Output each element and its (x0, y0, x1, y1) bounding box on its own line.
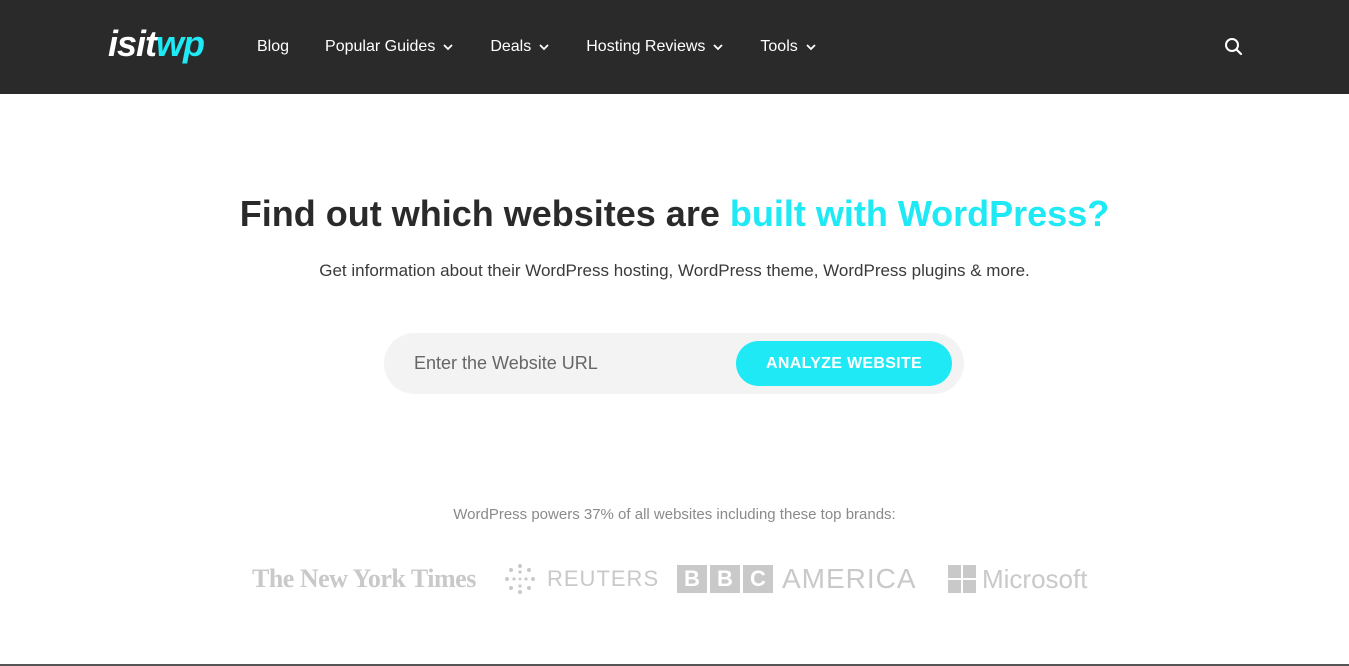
microsoft-logo-text: Microsoft (982, 563, 1088, 594)
headline-accent-text: built with WordPress? (729, 193, 1110, 234)
bbc-letter-box: C (743, 565, 773, 593)
main-nav: Blog Popular Guides Deals Hosting Review… (257, 36, 853, 58)
microsoft-grid-icon (948, 565, 976, 593)
search-icon[interactable] (1223, 36, 1245, 58)
top-navigation-bar: isitwp Blog Popular Guides Deals Hosting… (0, 0, 1349, 94)
nav-item-label: Deals (490, 38, 532, 55)
nav-item-deals[interactable]: Deals (490, 36, 550, 58)
chevron-down-icon (806, 44, 816, 51)
website-url-input[interactable] (414, 343, 724, 383)
nyt-logo-text: The New York Times (252, 564, 476, 593)
chevron-down-icon (713, 44, 724, 51)
website-search-form: ANALYZE WEBSITE (384, 333, 964, 394)
brand-logos: The New York Times REUTERS B B C AMERICA… (0, 558, 1349, 600)
nav-item-tools[interactable]: Tools (760, 36, 816, 58)
bbc-america-text: AMERICA (782, 563, 917, 594)
nav-item-popular-guides[interactable]: Popular Guides (325, 36, 454, 58)
bbc-letter-box: B (677, 565, 707, 593)
reuters-logo-text: REUTERS (547, 566, 660, 591)
microsoft-logo: Microsoft (948, 558, 1087, 600)
hero-subtitle: Get information about their WordPress ho… (319, 261, 1030, 280)
bbc-america-logo: B B C AMERICA (677, 558, 917, 600)
analyze-website-button[interactable]: ANALYZE WEBSITE (736, 341, 952, 386)
logo-text-wp: wp (156, 23, 205, 64)
hero-headline: Find out which websites are built with W… (0, 193, 1349, 235)
brands-caption: WordPress powers 37% of all websites inc… (453, 506, 896, 523)
chevron-down-icon (443, 44, 453, 51)
reuters-logo: REUTERS (503, 558, 659, 600)
nav-item-hosting-reviews[interactable]: Hosting Reviews (586, 36, 724, 58)
headline-plain-text: Find out which websites are (239, 193, 730, 234)
nav-item-label: Tools (760, 38, 798, 55)
nav-item-blog[interactable]: Blog (257, 36, 289, 58)
nav-item-label: Popular Guides (325, 38, 436, 55)
site-logo[interactable]: isitwp (108, 23, 205, 64)
nav-item-label: Blog (257, 38, 290, 55)
chevron-down-icon (539, 44, 549, 51)
reuters-dots-icon (505, 564, 535, 594)
logo-text-isit: isit (108, 23, 157, 64)
nyt-logo: The New York Times (252, 558, 476, 600)
nav-item-label: Hosting Reviews (586, 38, 706, 55)
bbc-letter-box: B (710, 565, 740, 593)
